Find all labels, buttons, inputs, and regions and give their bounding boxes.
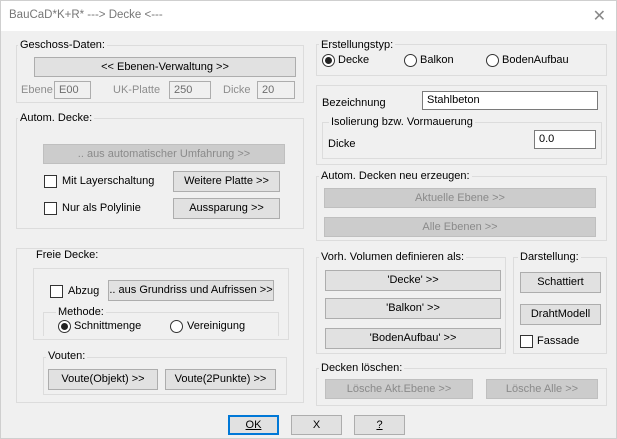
autom-decke-label: Autom. Decke: xyxy=(18,112,95,124)
balkon-radio-label: Balkon xyxy=(420,54,454,66)
voute-objekt-button[interactable]: Voute(Objekt) >> xyxy=(48,369,158,390)
schattiert-button[interactable]: Schattiert xyxy=(520,272,601,293)
bodenaufbau-radio-label: BodenAufbau xyxy=(502,54,569,66)
help-button-label: ? xyxy=(376,419,383,431)
loesche-alle-button[interactable]: Lösche Alle >> xyxy=(486,379,598,399)
isolierung-dicke-label: Dicke xyxy=(328,138,356,150)
abzug-checkbox[interactable] xyxy=(50,285,63,298)
voute-punkte-button[interactable]: Voute(2Punkte) >> xyxy=(165,369,276,390)
isolierung-dicke-field[interactable]: 0.0 xyxy=(534,130,596,149)
balkon-radio[interactable] xyxy=(404,54,417,67)
ok-button[interactable]: OK xyxy=(228,415,279,435)
loeschen-label: Decken löschen: xyxy=(319,362,405,374)
bezeichnung-field[interactable]: Stahlbeton xyxy=(422,91,598,110)
dicke-label: Dicke xyxy=(223,84,251,96)
layerschaltung-label: Mit Layerschaltung xyxy=(62,175,155,187)
vereinigung-label: Vereinigung xyxy=(187,320,246,332)
vouten-label: Vouten: xyxy=(46,350,88,362)
schnittmenge-radio[interactable] xyxy=(58,320,71,333)
volumen-label: Vorh. Volumen definieren als: xyxy=(319,251,467,263)
ebenen-verwaltung-button[interactable]: << Ebenen-Verwaltung >> xyxy=(34,57,296,77)
schnittmenge-label: Schnittmenge xyxy=(74,320,142,332)
methode-label: Methode: xyxy=(56,306,106,318)
bezeichnung-label: Bezeichnung xyxy=(322,97,386,109)
abzug-label: Abzug xyxy=(68,285,100,297)
aussparung-button[interactable]: Aussparung >> xyxy=(173,198,280,219)
neu-erzeugen-label: Autom. Decken neu erzeugen: xyxy=(319,170,472,182)
polylinie-label: Nur als Polylinie xyxy=(62,202,141,214)
loesche-akt-ebene-button[interactable]: Lösche Akt.Ebene >> xyxy=(325,379,473,399)
isolierung-label: Isolierung bzw. Vormauerung xyxy=(329,116,475,128)
ok-button-label: OK xyxy=(245,419,262,431)
help-button[interactable]: ? xyxy=(354,415,405,435)
layerschaltung-checkbox[interactable] xyxy=(44,175,57,188)
ebene-label: Ebene xyxy=(21,84,53,96)
freie-decke-label: Freie Decke: xyxy=(34,249,101,261)
ebene-field[interactable]: E00 xyxy=(54,81,91,99)
alle-ebenen-button[interactable]: Alle Ebenen >> xyxy=(324,217,596,237)
uk-platte-label: UK-Platte xyxy=(113,84,161,96)
fassade-label: Fassade xyxy=(537,335,580,347)
volumen-balkon-button[interactable]: 'Balkon' >> xyxy=(325,298,501,319)
drahtmodell-button[interactable]: DrahtModell xyxy=(520,304,601,325)
aktuelle-ebene-button[interactable]: Aktuelle Ebene >> xyxy=(324,188,596,208)
darstellung-label: Darstellung: xyxy=(518,251,581,263)
vereinigung-radio[interactable] xyxy=(170,320,183,333)
title-bar: BauCaD*K+R* ---> Decke <--- ✕ xyxy=(1,1,616,31)
window-title: BauCaD*K+R* ---> Decke <--- xyxy=(9,9,163,21)
volumen-decke-button[interactable]: 'Decke' >> xyxy=(325,270,501,291)
umfahrung-button[interactable]: .. aus automatischer Umfahrung >> xyxy=(43,144,285,164)
dicke-field[interactable]: 20 xyxy=(257,81,295,99)
geschoss-label: Geschoss-Daten: xyxy=(18,39,107,51)
polylinie-checkbox[interactable] xyxy=(44,202,57,215)
weitere-platte-button[interactable]: Weitere Platte >> xyxy=(173,171,280,192)
bodenaufbau-radio[interactable] xyxy=(486,54,499,67)
decke-radio-label: Decke xyxy=(338,54,370,66)
grundriss-button[interactable]: .. aus Grundriss und Aufrissen >> xyxy=(108,280,274,301)
uk-platte-field[interactable]: 250 xyxy=(169,81,211,99)
decke-radio[interactable] xyxy=(322,54,335,67)
cancel-x-button[interactable]: X xyxy=(291,415,342,435)
close-icon[interactable]: ✕ xyxy=(593,6,606,26)
fassade-checkbox[interactable] xyxy=(520,335,533,348)
erstellungstyp-label: Erstellungstyp: xyxy=(319,39,396,51)
volumen-bodenaufbau-button[interactable]: 'BodenAufbau' >> xyxy=(325,328,501,349)
dialog-window: BauCaD*K+R* ---> Decke <--- ✕ Geschoss-D… xyxy=(0,0,617,439)
